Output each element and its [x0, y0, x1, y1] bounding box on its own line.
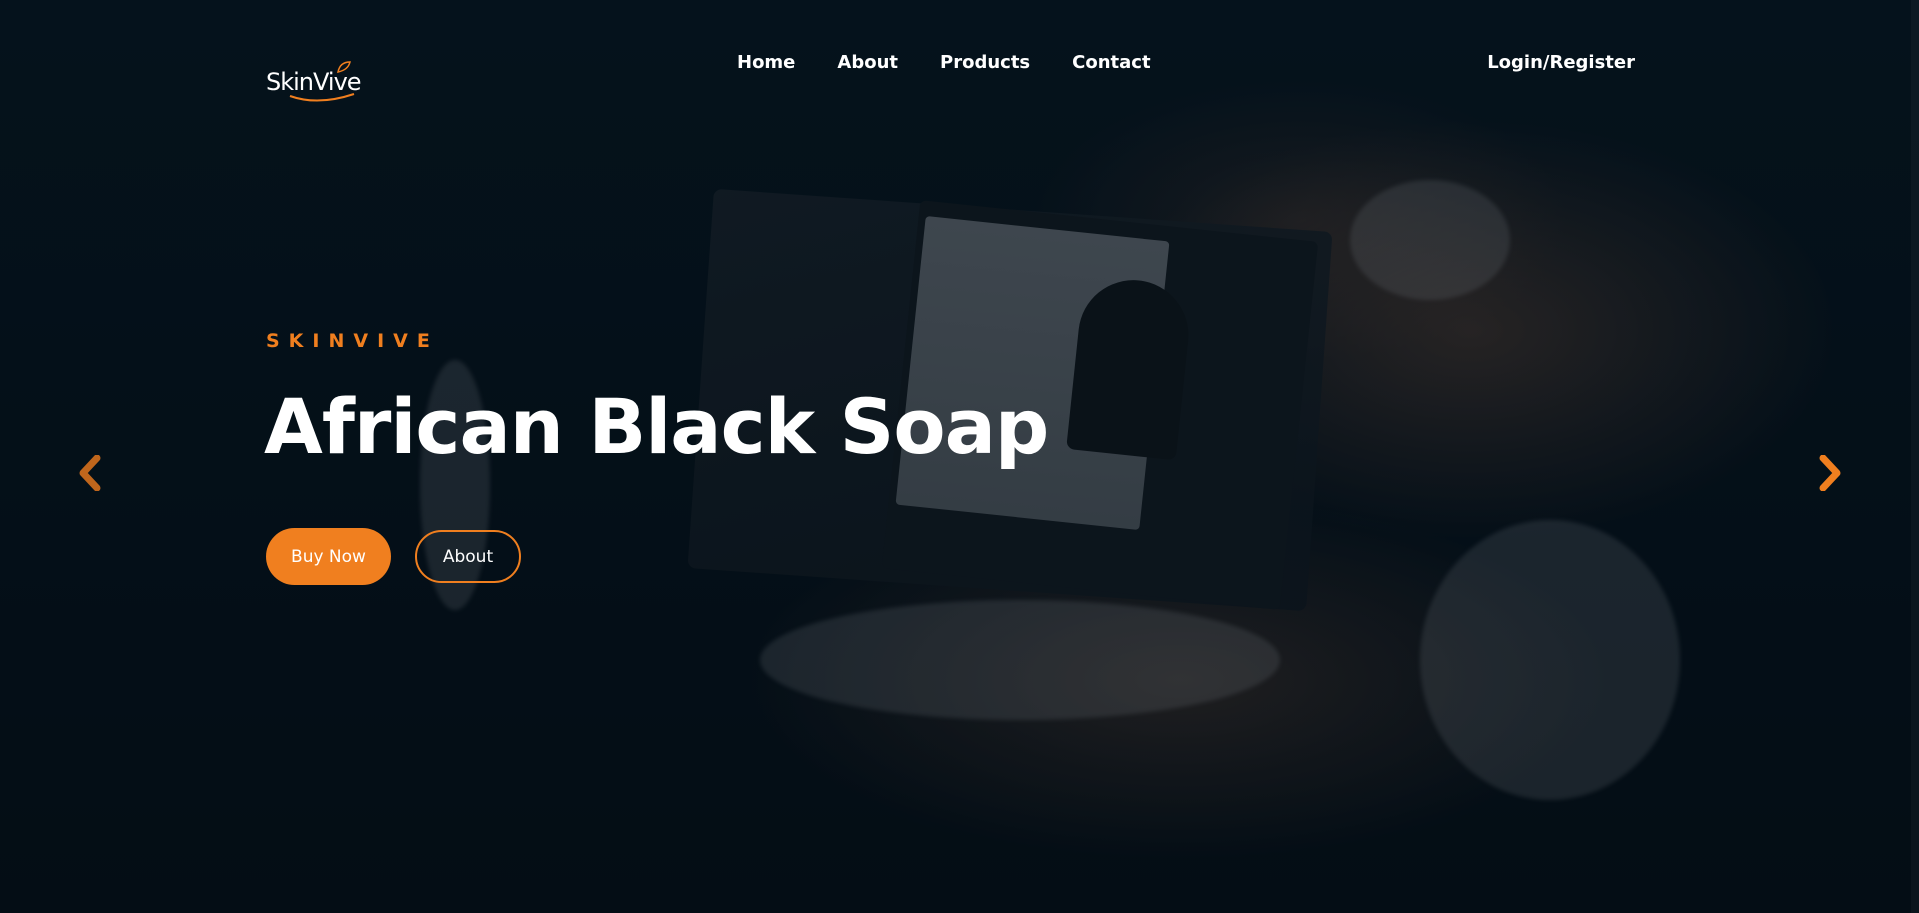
carousel-prev-button[interactable]: [70, 450, 110, 495]
hero-eyebrow: SKINVIVE: [266, 330, 439, 352]
scrollbar[interactable]: [1911, 0, 1919, 913]
hero-slider: SkinVive Home About Products Contact Log…: [0, 0, 1919, 913]
about-button[interactable]: About: [415, 530, 521, 583]
buy-now-button[interactable]: Buy Now: [266, 528, 391, 585]
logo-swoosh-icon: [289, 93, 355, 102]
nav-contact[interactable]: Contact: [1072, 52, 1150, 73]
site-logo[interactable]: SkinVive: [266, 61, 362, 102]
nav-products[interactable]: Products: [940, 52, 1030, 73]
login-register-link[interactable]: Login/Register: [1487, 52, 1635, 73]
hero-headline: African Black Soap: [264, 382, 1049, 471]
chevron-left-icon: [79, 454, 101, 491]
chevron-right-icon: [1819, 454, 1841, 491]
leaf-icon: [337, 61, 351, 73]
carousel-next-button[interactable]: [1810, 450, 1850, 495]
nav-home[interactable]: Home: [737, 52, 795, 73]
nav-about[interactable]: About: [837, 52, 898, 73]
main-nav: Home About Products Contact: [737, 52, 1151, 73]
